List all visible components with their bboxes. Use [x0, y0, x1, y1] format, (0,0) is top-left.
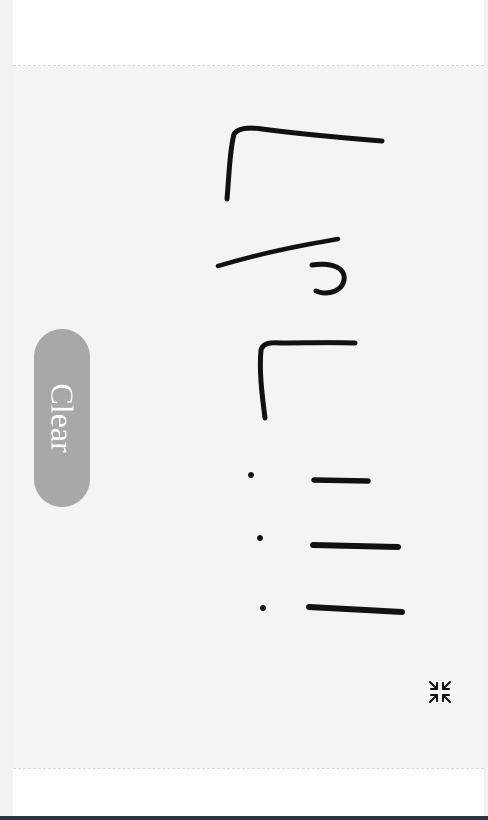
- collapse-button[interactable]: [425, 677, 455, 707]
- bottom-area: [13, 768, 484, 820]
- system-bar: [0, 816, 488, 820]
- clear-button[interactable]: Clear: [34, 329, 90, 507]
- handwriting-screen: Clear: [0, 0, 488, 820]
- top-area: [13, 0, 484, 66]
- collapse-arrows-icon: [429, 681, 451, 703]
- clear-button-label: Clear: [44, 383, 81, 453]
